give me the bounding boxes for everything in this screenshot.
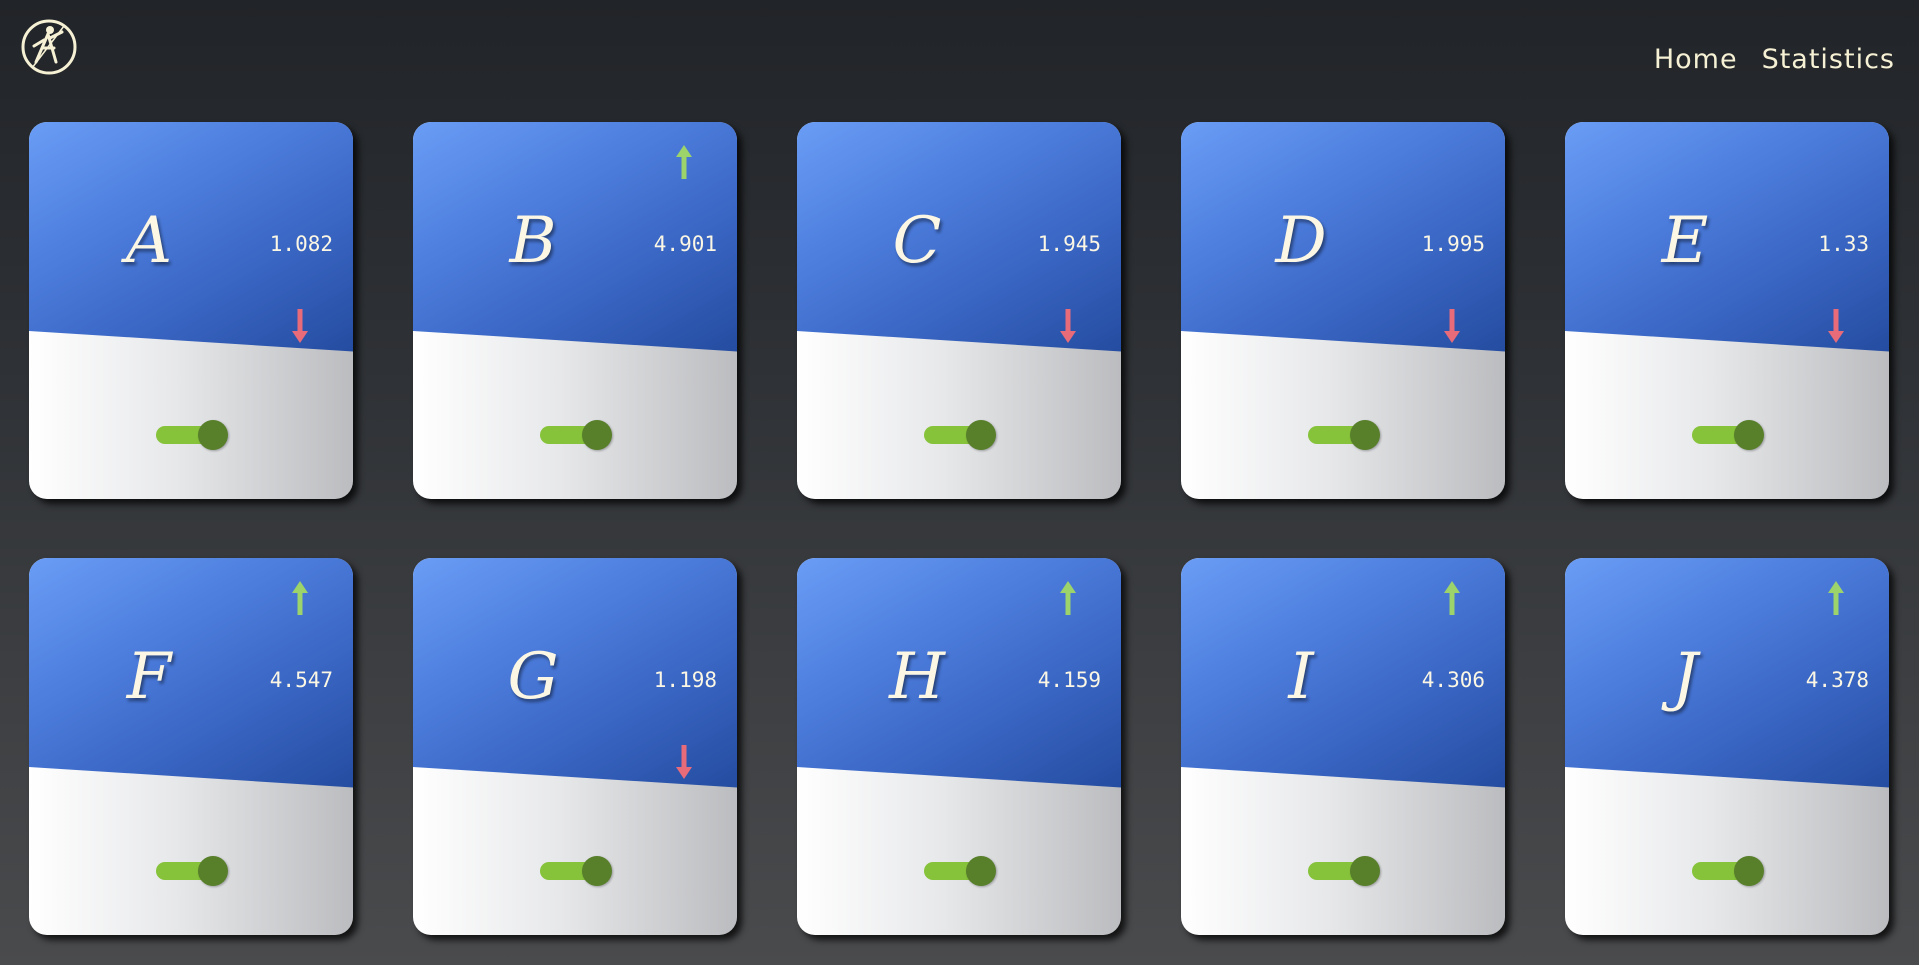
card-grid: A 1.082 B 4.901 C 1.945 D 1.995 E 1.33 F…	[29, 122, 1889, 935]
card-value: 4.547	[269, 668, 333, 692]
arrow-down-icon	[1060, 309, 1076, 343]
item-card[interactable]: A 1.082	[29, 122, 353, 499]
nav-home-link[interactable]: Home	[1654, 44, 1738, 75]
card-toggle[interactable]	[156, 854, 228, 888]
card-letter: D	[1275, 204, 1327, 278]
item-card[interactable]: D 1.995	[1181, 122, 1505, 499]
card-toggle[interactable]	[156, 418, 228, 452]
card-toggle[interactable]	[1308, 854, 1380, 888]
card-letter: I	[1288, 640, 1314, 714]
arrow-up-icon	[1060, 581, 1076, 615]
card-letter: H	[889, 640, 945, 714]
card-value: 4.159	[1037, 668, 1101, 692]
arrow-up-icon	[1828, 581, 1844, 615]
nav-statistics-link[interactable]: Statistics	[1762, 44, 1895, 75]
toggle-knob	[582, 420, 612, 450]
card-toggle[interactable]	[924, 418, 996, 452]
card-value: 1.198	[653, 668, 717, 692]
card-value: 1.945	[1037, 232, 1101, 256]
top-nav: Home Statistics	[1654, 44, 1895, 75]
card-value: 4.901	[653, 232, 717, 256]
toggle-knob	[198, 856, 228, 886]
card-value: 4.306	[1421, 668, 1485, 692]
arrow-down-icon	[676, 745, 692, 779]
arrow-up-icon	[292, 581, 308, 615]
item-card[interactable]: F 4.547	[29, 558, 353, 935]
card-toggle[interactable]	[540, 418, 612, 452]
item-card[interactable]: E 1.33	[1565, 122, 1889, 499]
toggle-knob	[1734, 420, 1764, 450]
item-card[interactable]: I 4.306	[1181, 558, 1505, 935]
arrow-down-icon	[1444, 309, 1460, 343]
toggle-knob	[198, 420, 228, 450]
card-value: 1.082	[269, 232, 333, 256]
card-letter: B	[509, 204, 557, 278]
card-letter: C	[892, 204, 942, 278]
item-card[interactable]: G 1.198	[413, 558, 737, 935]
card-toggle[interactable]	[1692, 854, 1764, 888]
toggle-knob	[966, 856, 996, 886]
logo-icon	[20, 18, 78, 76]
toggle-knob	[1734, 856, 1764, 886]
card-letter: E	[1661, 204, 1709, 278]
card-letter: J	[1672, 640, 1698, 714]
card-toggle[interactable]	[540, 854, 612, 888]
card-value: 4.378	[1805, 668, 1869, 692]
toggle-knob	[1350, 856, 1380, 886]
item-card[interactable]: B 4.901	[413, 122, 737, 499]
toggle-knob	[1350, 420, 1380, 450]
card-letter: G	[507, 640, 559, 714]
item-card[interactable]: H 4.159	[797, 558, 1121, 935]
toggle-knob	[966, 420, 996, 450]
arrow-up-icon	[676, 145, 692, 179]
toggle-knob	[582, 856, 612, 886]
card-value: 1.33	[1818, 232, 1869, 256]
arrow-up-icon	[1444, 581, 1460, 615]
card-letter: A	[125, 204, 173, 278]
arrow-down-icon	[292, 309, 308, 343]
item-card[interactable]: C 1.945	[797, 122, 1121, 499]
card-toggle[interactable]	[1692, 418, 1764, 452]
card-letter: F	[126, 640, 172, 714]
card-value: 1.995	[1421, 232, 1485, 256]
arrow-down-icon	[1828, 309, 1844, 343]
card-toggle[interactable]	[1308, 418, 1380, 452]
card-toggle[interactable]	[924, 854, 996, 888]
item-card[interactable]: J 4.378	[1565, 558, 1889, 935]
